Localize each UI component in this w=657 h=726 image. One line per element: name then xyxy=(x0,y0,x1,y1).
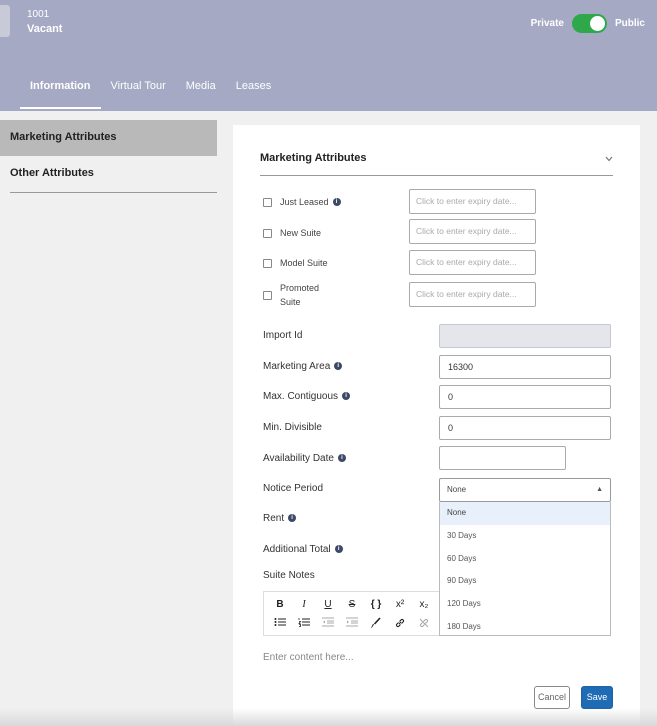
subscript-button[interactable]: x₂ xyxy=(414,597,434,613)
marketing-area-label: Marketing Area i xyxy=(263,361,343,372)
max-contiguous-input[interactable]: 0 xyxy=(439,385,611,409)
unlink-icon[interactable] xyxy=(414,617,434,633)
import-id-label: Import Id xyxy=(263,330,303,341)
promoted-suite-label: Promoted Suite xyxy=(280,281,319,309)
availability-date-label: Availability Date i xyxy=(263,453,346,464)
availability-date-input[interactable] xyxy=(439,446,566,470)
min-divisible-label: Min. Divisible xyxy=(263,422,322,433)
visibility-toggle-group: Private Public xyxy=(531,14,645,33)
notice-option-90-days[interactable]: 90 Days xyxy=(440,570,610,593)
cancel-button[interactable]: Cancel xyxy=(534,686,570,709)
sidebar-item-other-attributes[interactable]: Other Attributes xyxy=(0,156,217,192)
header-bar: 1001 Vacant Private Public Information V… xyxy=(0,0,657,111)
import-id-input xyxy=(439,324,611,348)
just-leased-label: Just Leased xyxy=(280,197,329,207)
info-icon[interactable]: i xyxy=(337,454,346,463)
notice-option-60-days[interactable]: 60 Days xyxy=(440,548,610,571)
marketing-area-label-text: Marketing Area xyxy=(263,361,331,372)
info-icon[interactable]: i xyxy=(332,198,341,206)
visibility-toggle[interactable] xyxy=(571,14,607,33)
new-suite-checkbox[interactable] xyxy=(263,228,272,238)
tab-bar: Information Virtual Tour Media Leases xyxy=(20,78,281,109)
caret-up-icon: ▲ xyxy=(596,486,603,493)
bulleted-list-icon[interactable] xyxy=(270,617,290,633)
just-leased-checkbox[interactable] xyxy=(263,197,272,207)
marketing-area-input[interactable]: 16300 xyxy=(439,355,611,379)
new-suite-expiry-input[interactable]: Click to enter expiry date... xyxy=(409,219,536,244)
model-suite-row: Model Suite xyxy=(263,256,328,270)
toggle-right-label: Public xyxy=(614,18,645,29)
new-suite-label: New Suite xyxy=(280,228,322,238)
info-icon[interactable]: i xyxy=(334,545,343,554)
suite-notes-label: Suite Notes xyxy=(263,570,315,581)
model-suite-expiry-input[interactable]: Click to enter expiry date... xyxy=(409,250,536,275)
toggle-left-label: Private xyxy=(530,18,564,29)
brush-icon[interactable] xyxy=(366,617,386,633)
editor-toolbar: B I U S { } x² x₂ xyxy=(263,591,439,636)
link-icon[interactable] xyxy=(390,617,410,633)
additional-total-label-text: Additional Total xyxy=(263,544,331,555)
suite-notes-editor[interactable]: Enter content here... xyxy=(263,652,354,663)
just-leased-row: Just Leased i xyxy=(263,195,341,209)
notice-period-select[interactable]: None ▲ xyxy=(439,478,611,502)
new-suite-row: New Suite xyxy=(263,226,321,240)
superscript-button[interactable]: x² xyxy=(390,597,410,613)
notice-period-dropdown: None 30 Days 60 Days 90 Days 120 Days 18… xyxy=(439,502,611,636)
max-contiguous-label-text: Max. Contiguous xyxy=(263,391,339,402)
notice-option-120-days[interactable]: 120 Days xyxy=(440,593,610,616)
availability-date-label-text: Availability Date xyxy=(263,453,334,464)
outdent-icon[interactable] xyxy=(318,617,338,633)
rent-label: Rent i xyxy=(263,513,297,524)
unit-status: Vacant xyxy=(27,23,63,35)
tab-leases[interactable]: Leases xyxy=(226,78,281,109)
chevron-down-icon[interactable] xyxy=(605,154,613,165)
model-suite-label: Model Suite xyxy=(280,258,328,268)
additional-total-label: Additional Total i xyxy=(263,544,343,555)
notice-period-value: None xyxy=(447,485,467,494)
back-tab[interactable] xyxy=(0,5,10,37)
notice-option-30-days[interactable]: 30 Days xyxy=(440,525,610,548)
sidebar: Marketing Attributes Other Attributes xyxy=(0,120,217,193)
tab-media[interactable]: Media xyxy=(176,78,226,109)
promoted-suite-row: Promoted Suite xyxy=(263,281,319,309)
toolbar-row-block xyxy=(270,617,434,633)
tab-virtual-tour[interactable]: Virtual Tour xyxy=(101,78,176,109)
italic-button[interactable]: I xyxy=(294,597,314,613)
info-icon[interactable]: i xyxy=(342,392,351,401)
panel-title: Marketing Attributes xyxy=(260,152,367,164)
panel-divider xyxy=(260,175,613,176)
promoted-suite-expiry-input[interactable]: Click to enter expiry date... xyxy=(409,282,536,307)
code-button[interactable]: { } xyxy=(366,597,386,613)
underline-button[interactable]: U xyxy=(318,597,338,613)
promoted-suite-label-line2: Suite xyxy=(280,297,301,307)
numbered-list-icon[interactable] xyxy=(294,617,314,633)
just-leased-expiry-input[interactable]: Click to enter expiry date... xyxy=(409,189,536,214)
toggle-knob xyxy=(589,16,605,31)
notice-option-180-days[interactable]: 180 Days xyxy=(440,616,610,635)
min-divisible-input[interactable]: 0 xyxy=(439,416,611,440)
model-suite-checkbox[interactable] xyxy=(263,258,272,268)
bold-button[interactable]: B xyxy=(270,597,290,613)
sidebar-divider xyxy=(10,192,217,193)
notice-period-label: Notice Period xyxy=(263,483,324,494)
info-icon[interactable]: i xyxy=(288,514,297,523)
rent-label-text: Rent xyxy=(263,513,285,524)
info-icon[interactable]: i xyxy=(334,362,343,371)
notice-option-none[interactable]: None xyxy=(440,502,610,525)
sidebar-item-marketing-attributes[interactable]: Marketing Attributes xyxy=(0,120,217,156)
save-button[interactable]: Save xyxy=(581,686,613,709)
unit-number: 1001 xyxy=(27,9,50,20)
marketing-attributes-panel: Marketing Attributes Just Leased i Click… xyxy=(233,125,640,726)
promoted-suite-label-line1: Promoted xyxy=(280,283,320,293)
strikethrough-button[interactable]: S xyxy=(342,597,362,613)
toolbar-row-format: B I U S { } x² x₂ xyxy=(270,597,434,613)
indent-icon[interactable] xyxy=(342,617,362,633)
promoted-suite-checkbox[interactable] xyxy=(263,290,272,300)
tab-information[interactable]: Information xyxy=(20,78,101,109)
max-contiguous-label: Max. Contiguous i xyxy=(263,391,351,402)
